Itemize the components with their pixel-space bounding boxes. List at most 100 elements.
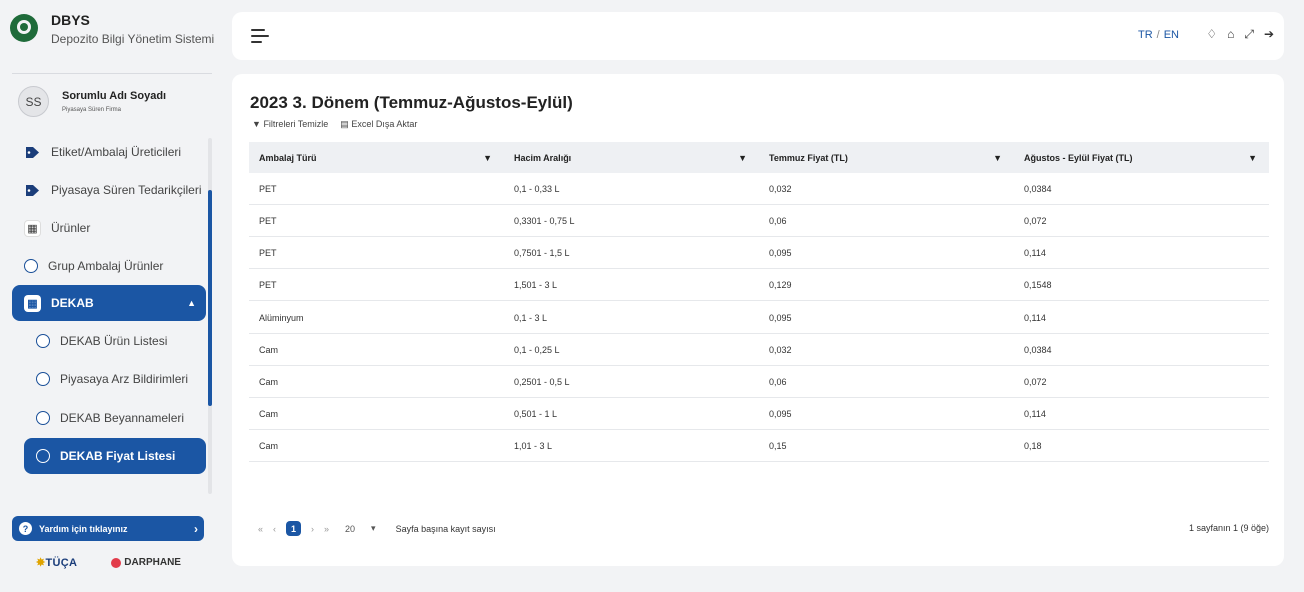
help-label: Yardım için tıklayınız (39, 523, 128, 534)
table-cell: 0,3301 - 0,75 L (514, 215, 575, 226)
page-title: 2023 3. Dönem (Temmuz-Ağustos-Eylül) (250, 93, 573, 112)
table-cell: 1,01 - 3 L (514, 440, 553, 451)
table-cell: 0,114 (1024, 408, 1046, 419)
brand[interactable]: DBYS Depozito Bilgi Yönetim Sistemi (10, 12, 214, 46)
excel-icon: ▤ (340, 119, 349, 129)
circle-icon (36, 449, 50, 463)
table-row[interactable]: Cam 1,01 - 3 L 0,15 0,18 (249, 430, 1269, 462)
user-name: Sorumlu Adı Soyadı (62, 90, 167, 102)
page-button-current[interactable]: 1 (286, 521, 302, 536)
sidebar-item-label: Ürünler (51, 221, 91, 235)
table-cell: 0,114 (1024, 312, 1046, 323)
table-cell: 0,032 (769, 344, 792, 355)
pagination-info: 1 sayfanın 1 (9 öğe) (1188, 523, 1269, 533)
table-cell: 1,501 - 3 L (514, 279, 558, 290)
sidebar-item-grup-ambalaj[interactable]: Grup Ambalaj Ürünler (12, 248, 206, 284)
pagination: « ‹ 1 › » 20 ▾ Sayfa başına kayıt sayısı (258, 521, 506, 536)
table-header: Ambalaj Türü ▼ Hacim Aralığı ▼ Temmuz Fiya… (249, 142, 1269, 173)
table-cell: 0,2501 - 0,5 L (514, 376, 570, 387)
table-row[interactable]: Cam 0,2501 - 0,5 L 0,06 0,072 (249, 366, 1269, 398)
tuca-logo: ✸TÜÇA (36, 557, 78, 569)
table-cell: 0,095 (769, 312, 792, 323)
language-switch: TR / EN (1138, 29, 1179, 41)
user-profile[interactable]: SS Sorumlu Adı Soyadı Piyasaya Süren Fir… (18, 86, 166, 117)
table-row[interactable]: PET 0,1 - 0,33 L 0,032 0,0384 (249, 173, 1269, 205)
table-cell: PET (259, 215, 277, 226)
first-page-icon[interactable]: « (258, 524, 263, 534)
darphane-logo: DARPHANE (111, 557, 181, 568)
menu-toggle-icon[interactable] (251, 29, 269, 43)
sidebar-item-dekab-urun-listesi[interactable]: DEKAB Ürün Listesi (24, 323, 206, 359)
table-cell: 0,095 (769, 247, 792, 258)
sidebar-item-piyasaya-arz[interactable]: Piyasaya Arz Bildirimleri (24, 361, 206, 397)
chevron-down-icon[interactable]: ▾ (371, 523, 376, 534)
table-cell: 0,06 (769, 376, 787, 387)
partner-logos: ✸TÜÇA DARPHANE (36, 556, 181, 569)
lang-en[interactable]: EN (1164, 29, 1179, 41)
logout-icon[interactable]: ➔ (1264, 27, 1274, 42)
table-cell: PET (259, 183, 277, 194)
sidebar-scrollbar-thumb[interactable] (208, 190, 212, 406)
table-cell: 0,18 (1024, 440, 1042, 451)
table-cell: 0,501 - 1 L (514, 408, 558, 419)
table-row[interactable]: PET 0,3301 - 0,75 L 0,06 0,072 (249, 205, 1269, 237)
table-cell: 0,15 (769, 440, 787, 451)
filter-icon[interactable]: ▼ (738, 153, 747, 163)
column-header[interactable]: Ağustos - Eylül Fiyat (TL) ▼ (1014, 142, 1269, 173)
table-cell: Cam (259, 440, 279, 451)
table-cell: 0,06 (769, 215, 787, 226)
table-row[interactable]: Cam 0,1 - 0,25 L 0,032 0,0384 (249, 334, 1269, 366)
export-excel-button[interactable]: ▤ Excel Dışa Aktar (340, 119, 417, 130)
chevron-up-icon: ▲ (187, 298, 196, 308)
table-row[interactable]: Cam 0,501 - 1 L 0,095 0,114 (249, 398, 1269, 430)
column-header[interactable]: Hacim Aralığı ▼ (504, 142, 759, 173)
table-cell: 0,072 (1024, 215, 1047, 226)
filter-icon: ▼ (252, 119, 261, 129)
last-page-icon[interactable]: » (324, 524, 329, 534)
table-cell: 0,114 (1024, 247, 1046, 258)
avatar: SS (18, 86, 49, 117)
page-size-select[interactable]: 20 (345, 524, 355, 534)
fullscreen-icon[interactable]: ⤢ (1244, 27, 1254, 42)
tag-icon (24, 182, 41, 199)
cubes-icon: ▦ (24, 219, 41, 237)
circle-icon (36, 334, 50, 348)
prev-page-icon[interactable]: ‹ (273, 524, 276, 534)
table-row[interactable]: PET 1,501 - 3 L 0,129 0,1548 (249, 269, 1269, 301)
sidebar-item-label: Piyasaya Arz Bildirimleri (60, 372, 189, 386)
home-icon[interactable]: ⌂ (1227, 27, 1234, 42)
sidebar-item-dekab[interactable]: ▦ DEKAB ▲ (12, 285, 206, 321)
table-cell: 0,129 (769, 279, 792, 290)
table-row[interactable]: PET 0,7501 - 1,5 L 0,095 0,114 (249, 237, 1269, 269)
table-cell: 0,7501 - 1,5 L (514, 247, 570, 258)
circle-icon (36, 372, 50, 386)
column-header[interactable]: Temmuz Fiyat (TL) ▼ (759, 142, 1014, 173)
help-button[interactable]: ? Yardım için tıklayınız › (12, 516, 204, 541)
table-cell: 0,0384 (1024, 344, 1052, 355)
sidebar-item-dekab-fiyat-listesi[interactable]: DEKAB Fiyat Listesi (24, 438, 206, 474)
table-cell: 0,1 - 3 L (514, 312, 548, 323)
table-cell: 0,0384 (1024, 183, 1052, 194)
table-cell: 0,072 (1024, 376, 1047, 387)
topbar-icons: ♢ ⌂ ⤢ ➔ (1196, 27, 1274, 42)
table-row[interactable]: Alüminyum 0,1 - 3 L 0,095 0,114 (249, 302, 1269, 334)
sidebar-item-dekab-beyannameleri[interactable]: DEKAB Beyannameleri (24, 400, 206, 436)
filter-icon[interactable]: ▼ (1248, 153, 1257, 163)
sidebar-item-etiket-ambalaj[interactable]: Etiket/Ambalaj Üreticileri (12, 134, 206, 170)
page-size-label: Sayfa başına kayıt sayısı (395, 523, 496, 534)
bell-icon[interactable]: ♢ (1206, 27, 1217, 42)
clear-filters-button[interactable]: ▼ Filtreleri Temizle (252, 119, 328, 130)
divider (12, 73, 212, 74)
chevron-right-icon: › (194, 521, 198, 536)
filter-icon[interactable]: ▼ (993, 153, 1002, 163)
next-page-icon[interactable]: › (311, 524, 314, 534)
sidebar-item-urunler[interactable]: ▦ Ürünler (12, 210, 206, 246)
brand-title: DBYS (51, 12, 90, 28)
sidebar-item-label: DEKAB Fiyat Listesi (60, 449, 176, 463)
sidebar-item-tedarikciler[interactable]: Piyasaya Süren Tedarikçileri (12, 172, 206, 208)
column-header[interactable]: Ambalaj Türü ▼ (249, 142, 504, 173)
table-cell: PET (259, 247, 277, 258)
lang-tr[interactable]: TR (1138, 29, 1153, 41)
filter-icon[interactable]: ▼ (483, 153, 492, 163)
table-cell: Cam (259, 408, 279, 419)
